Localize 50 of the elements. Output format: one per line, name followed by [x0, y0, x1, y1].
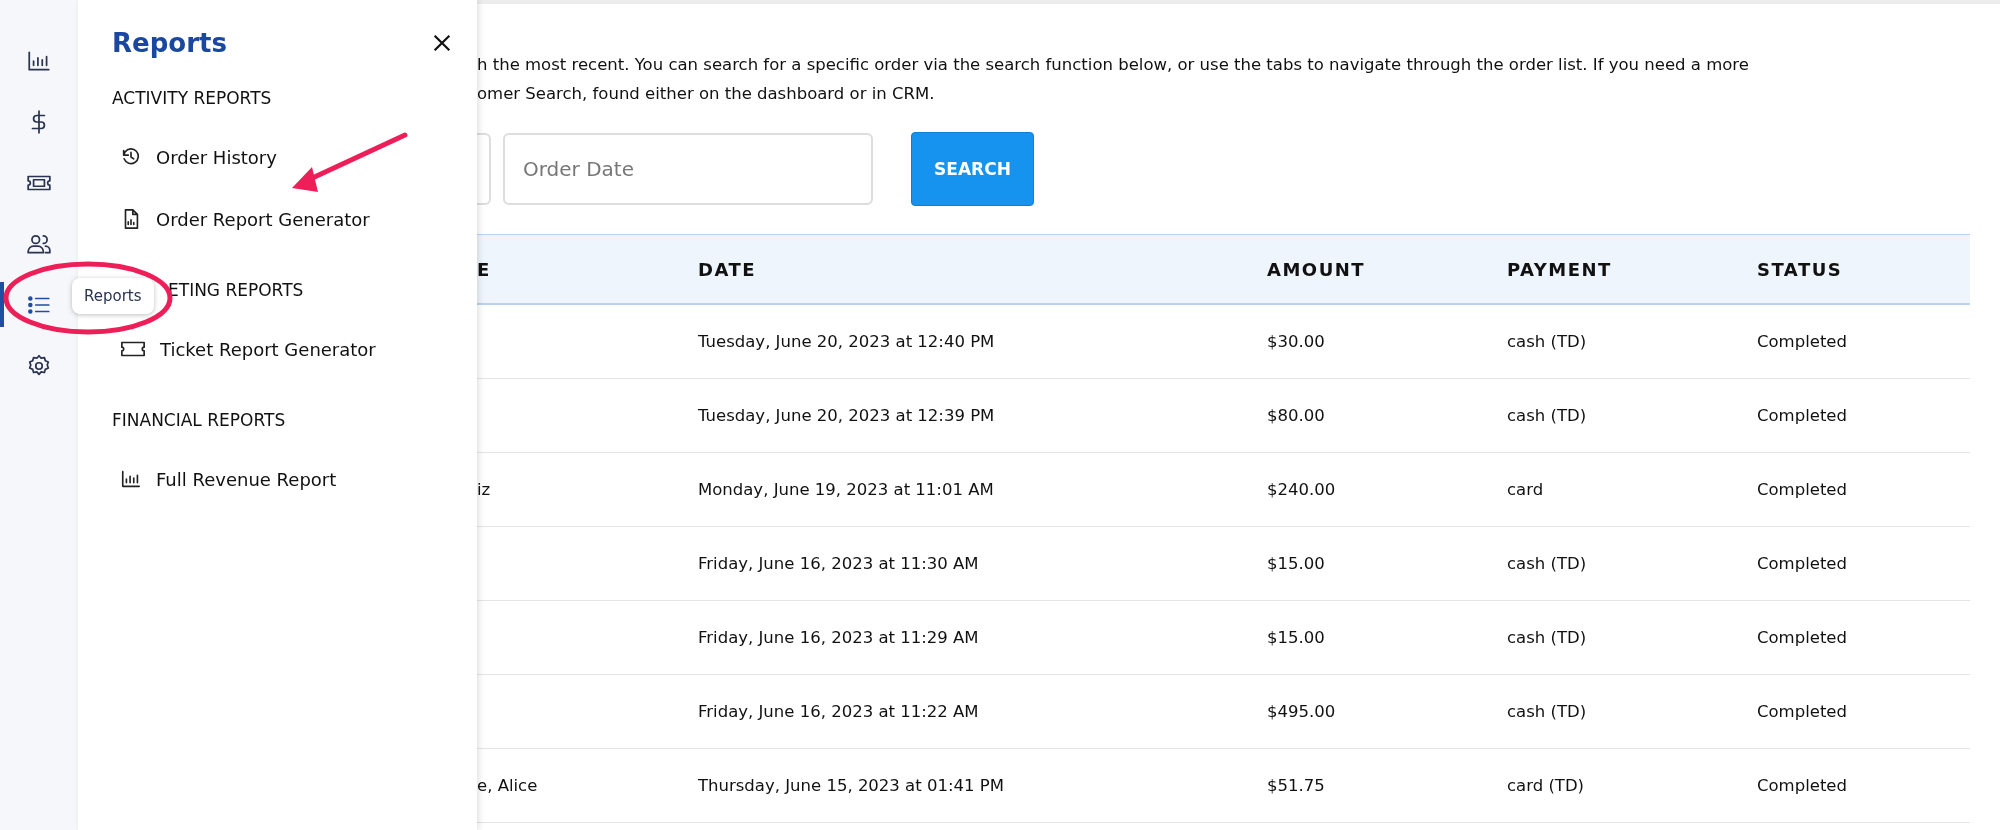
- column-header: E: [477, 258, 492, 280]
- column-header: STATUS: [1757, 258, 1844, 280]
- table-cell: Completed: [1757, 702, 1847, 721]
- table-cell: Tuesday, June 20, 2023 at 12:39 PM: [698, 406, 995, 425]
- table-cell: cash (TD): [1507, 628, 1587, 647]
- menu-item[interactable]: Order Report Generator: [112, 188, 370, 250]
- table-cell: Friday, June 16, 2023 at 11:22 AM: [698, 702, 979, 721]
- section-heading: ACTIVITY REPORTS: [112, 88, 272, 108]
- table-cell: Completed: [1757, 554, 1847, 573]
- date-field[interactable]: Order Date: [503, 133, 873, 205]
- section-heading: FINANCIAL REPORTS: [112, 410, 286, 430]
- table-cell: e, Alice: [477, 776, 538, 795]
- table-cell: $15.00: [1267, 628, 1325, 647]
- menu-item[interactable]: Order History: [112, 126, 277, 188]
- table-cell: Thursday, June 15, 2023 at 01:41 PM: [698, 776, 1004, 795]
- table-cell: card (TD): [1507, 776, 1585, 795]
- table-cell: Completed: [1757, 628, 1847, 647]
- table-cell: Completed: [1757, 480, 1847, 499]
- table-cell: Friday, June 16, 2023 at 11:30 AM: [698, 554, 979, 573]
- table-cell: Completed: [1757, 776, 1847, 795]
- table-cell: $30.00: [1267, 332, 1325, 351]
- table-cell: cash (TD): [1507, 554, 1587, 573]
- tooltip: Reports: [72, 278, 154, 314]
- table-cell: $240.00: [1267, 480, 1336, 499]
- table-cell: Tuesday, June 20, 2023 at 12:40 PM: [698, 332, 995, 351]
- bar-chart-icon: [120, 468, 142, 490]
- table-cell: cash (TD): [1507, 406, 1587, 425]
- menu-item[interactable]: Full Revenue Report: [112, 448, 337, 510]
- column-header: AMOUNT: [1267, 258, 1367, 280]
- table-cell: cash (TD): [1507, 332, 1587, 351]
- close-icon[interactable]: [431, 32, 453, 54]
- column-header: PAYMENT: [1507, 258, 1613, 280]
- column-header: DATE: [698, 258, 758, 280]
- panel-title: Reports: [112, 28, 227, 58]
- table-cell: Completed: [1757, 332, 1847, 351]
- description-text: omer Search, found either on the dashboard or in CRM.: [477, 83, 936, 105]
- description-text: h the most recent. You can search for a specific order via the search function below, or use the tabs to navigate through the order list. If you need a more: [477, 54, 1750, 76]
- table-cell: $495.00: [1267, 702, 1336, 721]
- table-cell: $15.00: [1267, 554, 1325, 573]
- table-cell: Friday, June 16, 2023 at 11:29 AM: [698, 628, 979, 647]
- table-cell: Monday, June 19, 2023 at 11:01 AM: [698, 480, 994, 499]
- menu-item[interactable]: Ticket Report Generator: [112, 318, 376, 380]
- table-cell: $80.00: [1267, 406, 1325, 425]
- table-cell: $51.75: [1267, 776, 1325, 795]
- table-cell: cash (TD): [1507, 702, 1587, 721]
- table-cell: iz: [477, 480, 491, 499]
- input-field[interactable]: [477, 133, 491, 205]
- table-cell: Completed: [1757, 406, 1847, 425]
- table-cell: card: [1507, 480, 1544, 499]
- section-heading: ETING REPORTS: [168, 280, 304, 300]
